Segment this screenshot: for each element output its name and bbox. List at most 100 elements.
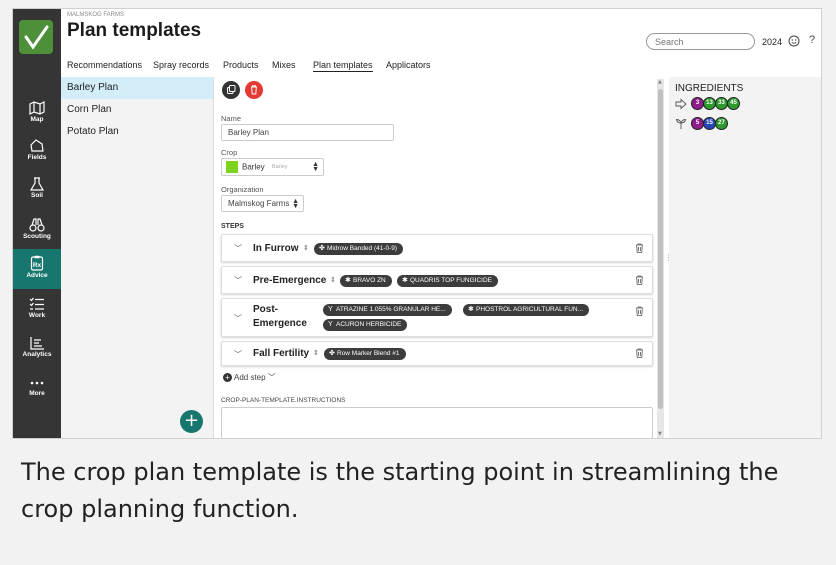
steps-label: STEPS bbox=[221, 223, 244, 230]
feedback-smiley-icon[interactable] bbox=[788, 35, 800, 47]
nutrient-icon bbox=[675, 98, 687, 110]
caption-text: The crop plan template is the starting p… bbox=[21, 458, 779, 523]
trash-icon[interactable] bbox=[635, 275, 644, 285]
advice-icon: Rx bbox=[30, 255, 44, 271]
fungicide-icon: ✱ bbox=[468, 306, 474, 313]
company-name: MALMSKOG FARMS bbox=[67, 12, 125, 18]
list-item-corn-plan[interactable]: Corn Plan bbox=[61, 99, 213, 121]
soil-icon bbox=[29, 177, 45, 191]
crop-color-swatch bbox=[226, 161, 238, 173]
nav-label-advice: Advice bbox=[26, 272, 48, 279]
reorder-arrows-icon[interactable]: ⇕ bbox=[330, 276, 336, 284]
left-navigation: Map Fields Soil Scouting Rx Advice Work … bbox=[13, 9, 61, 438]
organization-select[interactable]: Malmskog Farms ▲ ▼ bbox=[221, 195, 304, 212]
ingredient-badge: 27 bbox=[715, 117, 728, 130]
svg-text:Rx: Rx bbox=[33, 262, 42, 269]
delete-plan-button[interactable] bbox=[245, 81, 263, 99]
product-chip[interactable]: ✱ BRAVO ZN bbox=[340, 275, 392, 287]
crop-value: Barley bbox=[242, 162, 265, 172]
more-icon bbox=[30, 381, 44, 385]
add-plan-button[interactable]: + bbox=[180, 410, 203, 433]
tab-recommendations[interactable]: Recommendations bbox=[67, 60, 142, 70]
nav-label-soil: Soil bbox=[31, 192, 43, 199]
year-selector[interactable]: 2024 bbox=[762, 37, 782, 47]
reorder-arrows-icon[interactable]: ⇕ bbox=[303, 244, 309, 252]
crop-sub-label: Barley bbox=[271, 164, 288, 170]
app-logo[interactable] bbox=[19, 20, 53, 54]
map-icon bbox=[29, 101, 45, 115]
list-item-barley-plan[interactable]: Barley Plan bbox=[61, 77, 213, 99]
instructions-textarea[interactable] bbox=[221, 407, 653, 438]
tab-plan-templates[interactable]: Plan templates bbox=[313, 60, 373, 72]
fungicide-icon: ✱ bbox=[345, 277, 351, 284]
tab-applicators[interactable]: Applicators bbox=[386, 60, 431, 70]
nav-label-map: Map bbox=[30, 116, 44, 123]
analytics-icon bbox=[30, 337, 44, 350]
scroll-down-icon[interactable]: ▼ bbox=[658, 431, 662, 437]
crop-select[interactable]: Barley Barley ▲ ▼ bbox=[221, 158, 324, 176]
nav-label-scouting: Scouting bbox=[23, 233, 51, 240]
step-pre-emergence[interactable]: ﹀ Pre-Emergence ⇕ ✱ BRAVO ZN ✱ QUADRIS TOP… bbox=[221, 266, 653, 294]
search-input[interactable] bbox=[646, 33, 755, 50]
trash-icon[interactable] bbox=[635, 306, 644, 316]
list-item-potato-plan[interactable]: Potato Plan bbox=[61, 121, 213, 143]
nav-item-soil[interactable]: Soil bbox=[13, 171, 61, 211]
help-icon[interactable]: ? bbox=[809, 34, 815, 46]
name-field[interactable]: Barley Plan bbox=[221, 124, 394, 141]
ingredient-badge: 45 bbox=[727, 97, 740, 110]
trash-icon[interactable] bbox=[635, 348, 644, 358]
tab-products[interactable]: Products bbox=[223, 60, 259, 70]
reorder-arrows-icon[interactable]: ⇕ bbox=[313, 349, 319, 357]
step-post-emergence[interactable]: ﹀ Post- Emergence Y ATRAZINE 1.055% GRANU… bbox=[221, 298, 653, 337]
product-chip[interactable]: Y ATRAZINE 1.055% GRANULAR HE... bbox=[323, 304, 452, 316]
plan-detail-panel: Name Barley Plan Crop Barley Barley ▲ ▼ O… bbox=[215, 77, 663, 438]
nav-label-work: Work bbox=[28, 312, 46, 319]
instructions-label: CROP-PLAN-TEMPLATE.INSTRUCTIONS bbox=[221, 397, 346, 404]
product-chip[interactable]: Y ACURON HERBICIDE bbox=[323, 319, 408, 331]
crop-label: Crop bbox=[221, 148, 238, 157]
trash-icon bbox=[251, 85, 257, 95]
scroll-thumb[interactable] bbox=[658, 89, 663, 409]
nav-item-fields[interactable]: Fields bbox=[13, 133, 61, 173]
chevron-down-icon[interactable]: ﹀ bbox=[234, 313, 242, 324]
step-name-continued: Emergence bbox=[253, 318, 307, 329]
organization-value: Malmskog Farms bbox=[228, 199, 290, 208]
step-fall-fertility[interactable]: ﹀ Fall Fertility ⇕ ✤ Row Marker Blend #1 bbox=[221, 341, 653, 366]
scouting-icon bbox=[29, 218, 45, 232]
duplicate-button[interactable] bbox=[222, 81, 240, 99]
nav-item-analytics[interactable]: Analytics bbox=[13, 330, 61, 370]
product-chip[interactable]: ✤ Row Marker Blend #1 bbox=[324, 348, 406, 360]
nav-item-more[interactable]: More bbox=[13, 371, 61, 411]
chevron-down-icon[interactable]: ﹀ bbox=[234, 275, 242, 286]
add-step-button[interactable]: + Add step ﹀ bbox=[223, 372, 276, 383]
step-in-furrow[interactable]: ﹀ In Furrow ⇕ ✤ Midrow Banded (41-0-9) bbox=[221, 234, 653, 262]
tab-spray-records[interactable]: Spray records bbox=[153, 60, 209, 70]
nav-item-advice[interactable]: Rx Advice bbox=[13, 249, 61, 289]
fields-icon bbox=[30, 139, 44, 152]
plan-list: Barley Plan Corn Plan Potato Plan bbox=[61, 77, 214, 438]
scroll-up-icon[interactable]: ▲ bbox=[658, 79, 662, 85]
product-chip[interactable]: ✤ Midrow Banded (41-0-9) bbox=[314, 243, 404, 255]
product-chip[interactable]: ✱ PHOSTROL AGRICULTURAL FUN... bbox=[463, 304, 590, 316]
nav-item-scouting[interactable]: Scouting bbox=[13, 212, 61, 252]
nav-item-map[interactable]: Map bbox=[13, 95, 61, 135]
chevron-down-icon[interactable]: ﹀ bbox=[234, 243, 242, 254]
step-name: Fall Fertility bbox=[253, 348, 310, 359]
nav-label-analytics: Analytics bbox=[22, 351, 52, 358]
ingredients-panel: INGREDIENTS 3 13 33 45 5 15 27 bbox=[669, 77, 821, 438]
detail-scrollbar[interactable]: ▲ ▼ bbox=[657, 79, 664, 438]
trash-icon[interactable] bbox=[635, 243, 644, 253]
work-icon bbox=[29, 297, 44, 310]
fertilizer-icon: ✤ bbox=[319, 245, 325, 252]
organization-label: Organization bbox=[221, 185, 264, 194]
tab-mixes[interactable]: Mixes bbox=[272, 60, 296, 70]
product-chip[interactable]: ✱ QUADRIS TOP FUNGICIDE bbox=[397, 275, 498, 287]
nav-label-more: More bbox=[29, 390, 45, 397]
step-name: Pre-Emergence bbox=[253, 275, 327, 286]
chevron-down-icon[interactable]: ﹀ bbox=[234, 349, 242, 360]
fungicide-icon: ✱ bbox=[402, 277, 408, 284]
page-title: Plan templates bbox=[67, 20, 202, 41]
step-name: In Furrow bbox=[253, 243, 299, 254]
nav-item-work[interactable]: Work bbox=[13, 291, 61, 331]
logo-icon bbox=[24, 25, 49, 50]
